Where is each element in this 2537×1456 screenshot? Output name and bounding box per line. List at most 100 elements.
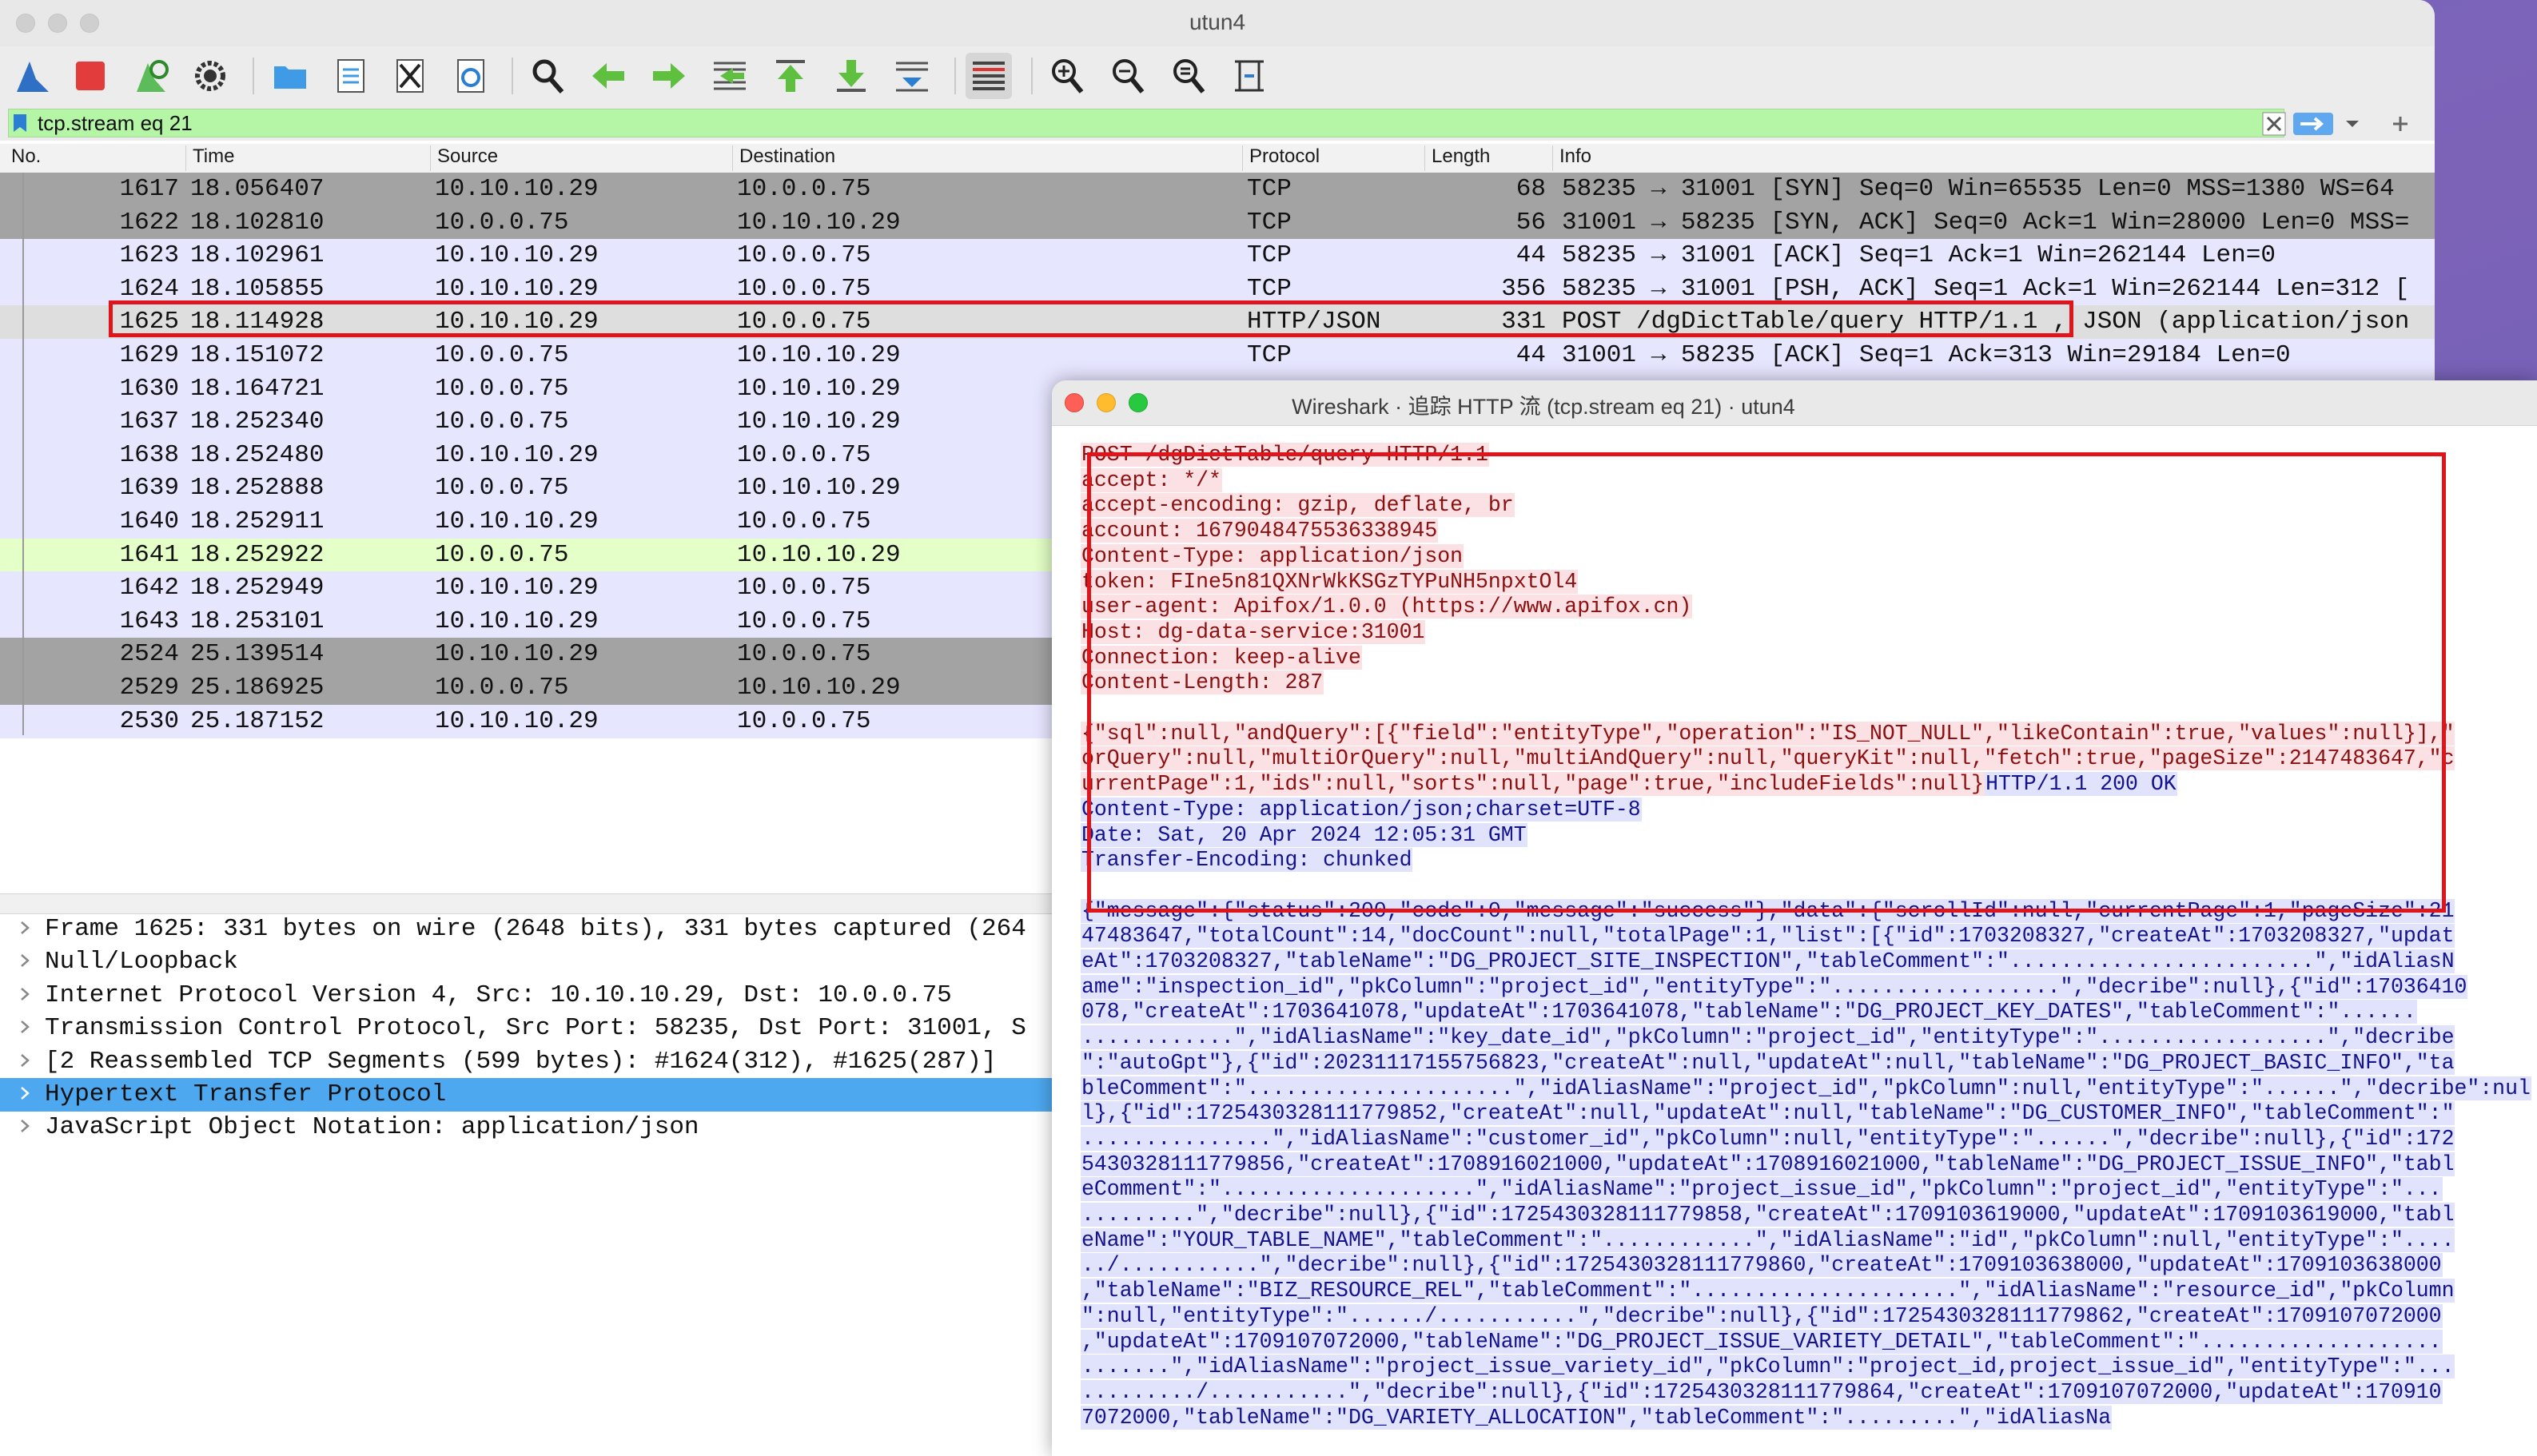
stream-line: ../...........","decribe":null},{"id":17… (1081, 1253, 2443, 1279)
details-tree-label: [2 Reassembled TCP Segments (599 bytes):… (45, 1047, 997, 1076)
col-info[interactable]: Info (1552, 145, 2435, 171)
packet-cell-src: 10.0.0.75 (435, 374, 569, 403)
packet-cell-no: 1640 (119, 507, 179, 535)
colorize-icon[interactable] (966, 53, 1012, 99)
packet-cell-src: 10.0.0.75 (435, 208, 569, 237)
packet-cell-src: 10.0.0.75 (435, 474, 569, 503)
stream-line: ,"tableName":"BIZ_RESOURCE_REL","tableCo… (1081, 1279, 2455, 1304)
packet-cell-src: 10.10.10.29 (435, 241, 599, 270)
stream-text: ............","idAliasName":"key_date_id… (1081, 1025, 2455, 1050)
open-folder-icon[interactable] (267, 53, 313, 99)
options-gear-icon[interactable] (187, 53, 233, 99)
packet-cell-dst: 10.10.10.29 (737, 474, 901, 503)
packet-cell-dst: 10.10.10.29 (737, 341, 901, 369)
packet-cell-dst: 10.10.10.29 (737, 540, 901, 569)
stream-text: ...............","idAliasName":"customer… (1081, 1126, 2455, 1151)
packet-cell-dst: 10.10.10.29 (737, 208, 901, 237)
resize-columns-icon[interactable] (1226, 53, 1272, 99)
packet-cell-time: 18.105855 (190, 274, 325, 303)
packet-cell-no: 1622 (119, 208, 179, 237)
autoscroll-icon[interactable] (889, 53, 935, 99)
col-destination[interactable]: Destination (732, 145, 1242, 171)
add-filter-button-icon[interactable] (2387, 110, 2414, 137)
details-tree-item[interactable]: Hypertext Transfer Protocol (0, 1078, 1119, 1112)
chevron-right-icon[interactable] (18, 985, 32, 1004)
apply-filter-icon[interactable] (2292, 112, 2334, 136)
stream-text: 078,"createAt":1703641078,"updateAt":170… (1081, 1000, 2417, 1024)
stream-text: bleComment":".....................","idA… (1081, 1076, 2531, 1100)
last-packet-icon[interactable] (828, 53, 874, 99)
packet-cell-no: 1639 (119, 474, 179, 503)
packet-cell-src: 10.10.10.29 (435, 574, 599, 603)
chevron-right-icon[interactable] (18, 1084, 32, 1103)
go-back-icon[interactable] (585, 53, 631, 99)
go-to-packet-icon[interactable] (707, 53, 753, 99)
packet-cell-src: 10.10.10.29 (435, 175, 599, 203)
packet-cell-info: 31001 → 58235 [ACK] Seq=1 Ack=313 Win=29… (1562, 341, 2291, 369)
shark-fin-icon[interactable] (10, 53, 56, 99)
col-source[interactable]: Source (430, 145, 732, 171)
col-no[interactable]: No. (5, 145, 185, 171)
packet-cell-no: 1629 (119, 341, 179, 369)
stream-line: ":"autoGpt"},{"id":20231117155756823,"cr… (1081, 1050, 2455, 1076)
packet-cell-time: 25.139514 (190, 640, 325, 669)
go-forward-icon[interactable] (646, 53, 692, 99)
stream-line: 5430328111779856,"createAt":170891602100… (1081, 1152, 2455, 1178)
col-length[interactable]: Length (1424, 145, 1552, 171)
highlight-box-http-request (1087, 452, 2446, 913)
packet-cell-time: 18.164721 (190, 374, 325, 403)
col-time[interactable]: Time (185, 145, 430, 171)
packet-cell-dst: 10.0.0.75 (737, 574, 871, 603)
packet-cell-proto: TCP (1247, 341, 1292, 369)
packet-row[interactable]: 1629 18.151072 10.0.0.75 10.10.10.29 TCP 44 31… (0, 339, 2435, 372)
zoom-out-icon[interactable] (1105, 53, 1151, 99)
restart-icon[interactable] (128, 53, 174, 99)
details-tree-item[interactable]: Internet Protocol Version 4, Src: 10.10.… (0, 979, 1119, 1012)
chevron-right-icon[interactable] (18, 951, 32, 970)
col-protocol[interactable]: Protocol (1242, 145, 1424, 171)
chevron-right-icon[interactable] (18, 1116, 32, 1136)
details-tree-item[interactable]: JavaScript Object Notation: application/… (0, 1111, 1119, 1144)
packet-list-header: No. Time Source Destination Protocol Len… (0, 144, 2435, 173)
chevron-right-icon[interactable] (18, 1017, 32, 1036)
packet-row[interactable]: 1617 18.056407 10.10.10.29 10.0.0.75 TCP 68 58… (0, 173, 2435, 206)
stream-text: .......","idAliasName":"project_issue_va… (1081, 1355, 2455, 1379)
filter-bookmark-icon[interactable] (12, 113, 28, 133)
main-toolbar (0, 46, 2435, 106)
packet-row[interactable]: 1623 18.102961 10.10.10.29 10.0.0.75 TCP 44 58… (0, 239, 2435, 273)
save-file-icon[interactable] (328, 53, 374, 99)
display-filter-input[interactable]: tcp.stream eq 21 (8, 109, 2284, 137)
packet-cell-time: 18.252888 (190, 474, 325, 503)
stream-text: 47483647,"totalCount":14,"docCount":null… (1081, 924, 2455, 949)
chevron-right-icon[interactable] (18, 918, 32, 937)
clear-filter-icon[interactable] (2262, 112, 2286, 136)
details-tree-item[interactable]: Null/Loopback (0, 945, 1119, 979)
packet-cell-info: 58235 → 31001 [PSH, ACK] Seq=1 Ack=1 Win… (1562, 274, 2410, 303)
stop-icon[interactable] (67, 53, 114, 99)
stream-text: ,"tableName":"BIZ_RESOURCE_REL","tableCo… (1081, 1279, 2455, 1303)
packet-cell-time: 25.187152 (190, 706, 325, 735)
zoom-in-icon[interactable] (1044, 53, 1090, 99)
details-tree-item[interactable]: Frame 1625: 331 bytes on wire (2648 bits… (0, 913, 1119, 946)
chevron-right-icon[interactable] (18, 1051, 32, 1070)
stream-line: 7072000,"tableName":"DG_VARIETY_ALLOCATI… (1081, 1405, 2113, 1431)
packet-cell-time: 18.056407 (190, 175, 325, 203)
find-icon[interactable] (524, 53, 571, 99)
packet-cell-info: 58235 → 31001 [ACK] Seq=1 Ack=1 Win=2621… (1562, 241, 2276, 270)
details-tree-label: Frame 1625: 331 bytes on wire (2648 bits… (45, 915, 1026, 943)
packet-cell-proto: TCP (1247, 175, 1292, 203)
details-tree-item[interactable]: [2 Reassembled TCP Segments (599 bytes):… (0, 1045, 1119, 1079)
first-packet-icon[interactable] (767, 53, 814, 99)
zoom-normal-icon[interactable] (1165, 53, 1212, 99)
packet-cell-src: 10.0.0.75 (435, 341, 569, 369)
details-tree-item[interactable]: Transmission Control Protocol, Src Port:… (0, 1012, 1119, 1045)
packet-cell-len: 56 (1515, 208, 1546, 237)
close-file-icon[interactable] (387, 53, 433, 99)
packet-row[interactable]: 1622 18.102810 10.0.0.75 10.10.10.29 TCP 56 31… (0, 205, 2435, 240)
filter-text: tcp.stream eq 21 (38, 111, 193, 135)
reload-icon[interactable] (448, 53, 494, 99)
packet-cell-time: 18.151072 (190, 341, 325, 369)
dialog-title: Wireshark · 追踪 HTTP 流 (tcp.stream eq 21)… (1292, 395, 1795, 419)
packet-cell-no: 2530 (119, 706, 179, 735)
filter-history-dropdown-icon[interactable] (2342, 112, 2363, 136)
